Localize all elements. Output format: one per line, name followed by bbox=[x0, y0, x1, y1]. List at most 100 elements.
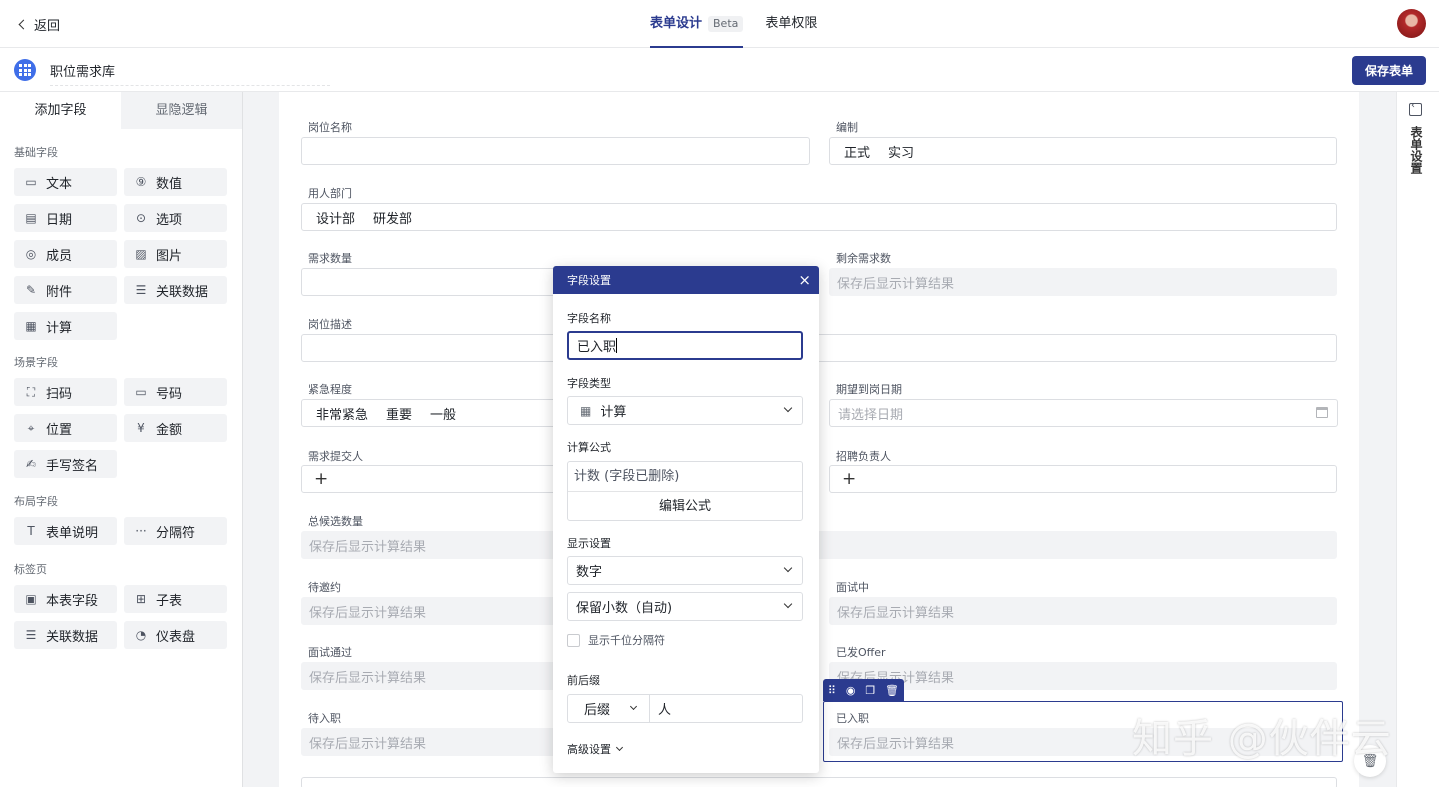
expected-date-picker[interactable]: 请选择日期 bbox=[829, 399, 1338, 427]
checkbox-box[interactable] bbox=[567, 633, 580, 647]
currency-icon: ¥ bbox=[137, 421, 145, 435]
field-label: 待邀约 bbox=[308, 581, 341, 594]
field-button-attachment[interactable]: ✎ 附件 bbox=[14, 276, 117, 304]
close-icon[interactable]: × bbox=[798, 271, 811, 289]
field-button-form-note[interactable]: T 表单说明 bbox=[14, 517, 117, 545]
formula-box: 计数 (字段已删除) 编辑公式 bbox=[567, 461, 803, 521]
avatar[interactable] bbox=[1397, 9, 1426, 38]
option-chip[interactable]: 一般 bbox=[430, 404, 456, 423]
field-button-option[interactable]: ⊙ 选项 bbox=[124, 204, 227, 232]
field-button-label: 手写签名 bbox=[46, 458, 99, 474]
back-label: 返回 bbox=[34, 19, 61, 34]
field-panel-tabs: 添加字段 显隐逻辑 bbox=[0, 92, 242, 129]
tab-form-permissions[interactable]: 表单权限 bbox=[765, 0, 817, 48]
field-label: 需求提交人 bbox=[308, 450, 363, 463]
headcount-type-options[interactable]: 正式 实习 bbox=[829, 137, 1337, 165]
advanced-settings-toggle[interactable]: 高级设置 bbox=[567, 741, 624, 757]
field-button-number[interactable]: ⑨ 数值 bbox=[124, 168, 227, 196]
display-format-select[interactable]: 数字 bbox=[567, 556, 803, 585]
save-form-button[interactable]: 保存表单 bbox=[1352, 56, 1426, 85]
field-button-image[interactable]: ▨ 图片 bbox=[124, 240, 227, 268]
date-placeholder: 请选择日期 bbox=[838, 407, 904, 423]
chevron-down-icon bbox=[629, 702, 638, 711]
number-icon: ⑨ bbox=[135, 175, 147, 189]
decimal-select[interactable]: 保留小数（自动) bbox=[567, 592, 803, 621]
chevron-down-icon bbox=[615, 743, 624, 752]
field-name-input[interactable]: 已入职 bbox=[567, 331, 803, 360]
field-panel: 添加字段 显隐逻辑 基础字段 ▭ 文本 ⑨ 数值 ▤ 日期 ⊙ 选项 ◎ 成员 ▨ 图片 ✎… bbox=[0, 92, 243, 787]
drag-handle-icon[interactable]: ⠿ bbox=[828, 684, 836, 697]
field-button-label: 文本 bbox=[46, 176, 73, 192]
field-button-table-field[interactable]: ▣ 本表字段 bbox=[14, 585, 117, 613]
option-chip[interactable]: 实习 bbox=[888, 142, 914, 161]
dashboard-icon: ◔ bbox=[135, 628, 147, 642]
field-button-location[interactable]: ⌖ 位置 bbox=[14, 414, 117, 442]
position-name-input[interactable] bbox=[301, 137, 810, 165]
affix-value-input[interactable]: 人 bbox=[650, 695, 802, 722]
thousands-separator-checkbox[interactable]: 显示千位分隔符 bbox=[567, 632, 665, 648]
style-icon[interactable]: ◉ bbox=[846, 684, 856, 697]
field-button-calculation[interactable]: ▦ 计算 bbox=[14, 312, 117, 340]
field-button-member[interactable]: ◎ 成员 bbox=[14, 240, 117, 268]
field-button-signature[interactable]: ✍ 手写签名 bbox=[14, 450, 117, 478]
field-button-serial-number[interactable]: ▭ 号码 bbox=[124, 378, 227, 406]
field-label: 待入职 bbox=[308, 712, 341, 725]
tab-visibility-logic[interactable]: 显隐逻辑 bbox=[121, 92, 242, 129]
copy-icon[interactable]: ❐ bbox=[865, 684, 875, 697]
field-label: 期望到岗日期 bbox=[836, 383, 902, 396]
add-icon[interactable]: + bbox=[314, 469, 328, 489]
interviewing-calc-field: 保存后显示计算结果 bbox=[829, 597, 1337, 625]
delete-icon[interactable]: 🗑 bbox=[885, 684, 899, 697]
field-button-text[interactable]: ▭ 文本 bbox=[14, 168, 117, 196]
field-button-linked-data[interactable]: ☰ 关联数据 bbox=[124, 276, 227, 304]
option-chip[interactable]: 重要 bbox=[386, 404, 412, 423]
tab-form-design[interactable]: 表单设计 Beta bbox=[650, 0, 744, 48]
field-label: 总候选数量 bbox=[308, 515, 363, 528]
option-chip[interactable]: 非常紧急 bbox=[316, 404, 368, 423]
form-settings-label[interactable]: 表单设置 bbox=[1409, 126, 1425, 174]
form-settings-rail[interactable]: 表单设置 bbox=[1396, 92, 1439, 787]
back-button[interactable]: 返回 bbox=[18, 15, 61, 34]
field-name-value: 已入职 bbox=[577, 340, 617, 355]
field-button-linked-data-tab[interactable]: ☰ 关联数据 bbox=[14, 621, 117, 649]
field-button-label: 仪表盘 bbox=[156, 629, 196, 645]
add-icon[interactable]: + bbox=[842, 469, 856, 489]
affix-type-select[interactable]: 后缀 bbox=[568, 695, 650, 722]
field-button-amount[interactable]: ¥ 金额 bbox=[124, 414, 227, 442]
field-label: 招聘负责人 bbox=[836, 450, 891, 463]
field-button-label: 号码 bbox=[156, 386, 183, 402]
collapse-panel-icon[interactable] bbox=[1409, 100, 1422, 116]
recycle-bin-button[interactable]: 🗑 bbox=[1354, 745, 1386, 777]
field-type-label: 字段类型 bbox=[567, 377, 611, 390]
description-input[interactable] bbox=[301, 334, 1337, 362]
app-name[interactable]: 职位需求库 bbox=[50, 61, 115, 80]
tab-add-field[interactable]: 添加字段 bbox=[0, 92, 121, 129]
next-field-input[interactable] bbox=[301, 777, 1337, 787]
field-button-label: 附件 bbox=[46, 284, 73, 300]
thousands-separator-label: 显示千位分隔符 bbox=[588, 634, 665, 647]
field-button-scan[interactable]: ⛶ 扫码 bbox=[14, 378, 117, 406]
scene-field-grid: ⛶ 扫码 ▭ 号码 ⌖ 位置 ¥ 金额 ✍ 手写签名 bbox=[0, 378, 242, 478]
field-type-select[interactable]: ▦ 计算 bbox=[567, 396, 803, 425]
top-bar: 返回 表单设计 Beta 表单权限 bbox=[0, 0, 1439, 48]
field-label: 用人部门 bbox=[308, 187, 352, 200]
recruiter-member-field[interactable]: + bbox=[829, 465, 1337, 493]
field-button-dashboard[interactable]: ◔ 仪表盘 bbox=[124, 621, 227, 649]
chevron-down-icon bbox=[783, 599, 793, 609]
beta-badge: Beta bbox=[708, 16, 744, 32]
field-button-date[interactable]: ▤ 日期 bbox=[14, 204, 117, 232]
field-button-label: 子表 bbox=[156, 593, 183, 609]
edit-formula-button[interactable]: 编辑公式 bbox=[568, 492, 802, 521]
table-field-icon: ▣ bbox=[25, 592, 37, 606]
field-button-divider[interactable]: ··· 分隔符 bbox=[124, 517, 227, 545]
department-input[interactable]: 设计部 研发部 bbox=[301, 203, 1337, 231]
field-button-subtable[interactable]: ⊞ 子表 bbox=[124, 585, 227, 613]
layout-field-grid: T 表单说明 ··· 分隔符 bbox=[0, 517, 242, 545]
linked-data-icon: ☰ bbox=[135, 283, 147, 297]
department-chip: 研发部 bbox=[373, 211, 413, 227]
chevron-down-icon bbox=[783, 563, 793, 573]
affix-type-value: 后缀 bbox=[584, 703, 611, 718]
option-chip[interactable]: 正式 bbox=[844, 142, 870, 161]
tab-form-design-label: 表单设计 bbox=[650, 16, 703, 31]
total-candidates-calc-field: 保存后显示计算结果 bbox=[301, 531, 1337, 559]
